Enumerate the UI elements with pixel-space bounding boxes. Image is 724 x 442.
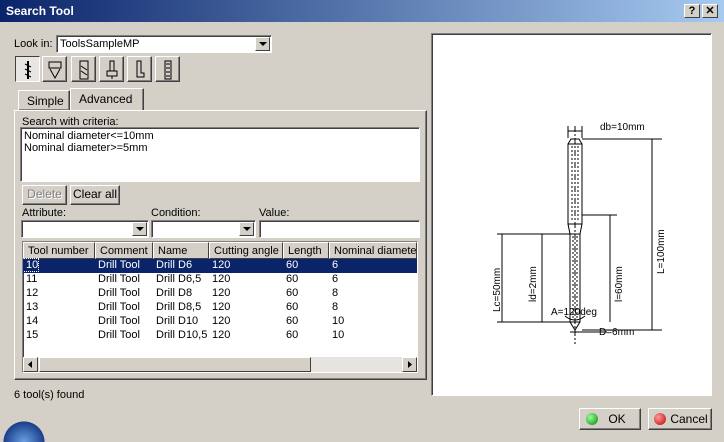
title-bar[interactable]: Search Tool ? ✕	[0, 0, 724, 22]
tab-simple[interactable]: Simple	[18, 90, 70, 110]
value-input[interactable]	[259, 220, 420, 238]
table-cell: Drill D6	[156, 259, 193, 271]
table-cell: Drill Tool	[98, 287, 140, 299]
column-header-nominal-diameter[interactable]: Nominal diameter	[329, 242, 417, 259]
scroll-right-icon[interactable]	[402, 357, 417, 372]
table-cell: Drill Tool	[98, 315, 140, 327]
clear-all-button[interactable]: Clear all	[70, 185, 120, 205]
table-cell: 12	[26, 287, 39, 299]
table-cell: 10	[332, 315, 345, 327]
table-row[interactable]: 13 Drill Tool Drill D8,5 120 60 8	[23, 301, 417, 315]
table-cell: 120	[212, 315, 231, 327]
table-cell: 120	[212, 329, 231, 341]
drill-icon[interactable]	[15, 56, 40, 82]
table-cell: Drill D10,5	[156, 329, 208, 341]
table-cell: Drill Tool	[98, 301, 140, 313]
dim-l: l=60mm	[614, 266, 625, 302]
table-cell: 14	[26, 315, 39, 327]
ok-button[interactable]: OK	[579, 408, 641, 430]
chevron-down-icon[interactable]	[132, 222, 147, 236]
end-mill-icon[interactable]	[71, 56, 96, 82]
scroll-left-icon[interactable]	[23, 357, 38, 372]
table-row[interactable]: 10 Drill Tool Drill D6 120 60 6	[23, 258, 417, 273]
horizontal-scrollbar[interactable]	[23, 357, 417, 372]
condition-combo[interactable]	[151, 220, 256, 238]
table-cell: 6	[332, 259, 339, 271]
look-in-label: Look in:	[14, 38, 53, 50]
table-cell: Drill D8,5	[156, 301, 202, 313]
cancel-icon	[654, 413, 666, 425]
dim-Lc: Lc=50mm	[492, 268, 503, 312]
boring-bar-icon[interactable]	[127, 56, 152, 82]
attribute-label: Attribute:	[22, 207, 67, 219]
dim-db: db=10mm	[600, 122, 645, 133]
t-slotter-icon[interactable]	[99, 56, 124, 82]
tool-preview: db=10mm L=100mm l=60mm Lc=50mm ld=2mm A=…	[431, 33, 712, 396]
look-in-value: ToolsSampleMP	[60, 38, 140, 50]
tap-icon[interactable]	[155, 56, 180, 82]
globe-icon	[0, 418, 48, 442]
table-row[interactable]: 11 Drill Tool Drill D6,5 120 60 6	[23, 273, 417, 287]
table-cell: 60	[286, 301, 299, 313]
results-table[interactable]: Tool number Comment Name Cutting angle L…	[22, 241, 418, 373]
table-cell: 11	[26, 273, 38, 285]
column-header-cutting-angle[interactable]: Cutting angle	[209, 242, 283, 259]
table-cell: 60	[286, 315, 299, 327]
dim-A: A=120deg	[551, 307, 597, 318]
chevron-down-icon[interactable]	[239, 222, 254, 236]
look-in-combo[interactable]: ToolsSampleMP	[56, 35, 272, 53]
close-button[interactable]: ✕	[702, 4, 718, 18]
status-text: 6 tool(s) found	[14, 389, 85, 401]
table-cell: 10	[23, 258, 40, 272]
cancel-button[interactable]: Cancel	[648, 408, 712, 430]
dim-D: D=6mm	[599, 327, 634, 338]
ok-icon	[586, 413, 598, 425]
drill-drawing: db=10mm L=100mm l=60mm Lc=50mm ld=2mm A=…	[492, 122, 667, 344]
ok-label: OK	[608, 412, 626, 426]
table-cell: Drill Tool	[98, 259, 140, 271]
criteria-line: Nominal diameter<=10mm	[24, 130, 154, 142]
column-header-tool-number[interactable]: Tool number	[23, 242, 95, 259]
criteria-textarea[interactable]: Nominal diameter<=10mm Nominal diameter>…	[20, 127, 420, 182]
attribute-combo[interactable]	[21, 220, 149, 238]
table-cell: 6	[332, 273, 339, 285]
table-row[interactable]: 15 Drill Tool Drill D10,5 120 60 10	[23, 329, 417, 343]
help-button[interactable]: ?	[684, 4, 700, 18]
table-cell: 15	[26, 329, 39, 341]
chevron-down-icon[interactable]	[255, 37, 270, 51]
column-header-comment[interactable]: Comment	[95, 242, 153, 259]
table-cell: 120	[212, 259, 231, 271]
table-cell: 8	[332, 287, 339, 299]
table-cell: Drill D6,5	[156, 273, 202, 285]
cancel-label: Cancel	[670, 412, 708, 426]
delete-button[interactable]: Delete	[22, 185, 67, 205]
countersink-icon[interactable]	[42, 56, 67, 82]
table-cell: Drill Tool	[98, 273, 140, 285]
table-cell: 8	[332, 301, 339, 313]
table-row[interactable]: 12 Drill Tool Drill D8 120 60 8	[23, 287, 417, 301]
table-row[interactable]: 14 Drill Tool Drill D10 120 60 10	[23, 315, 417, 329]
window-title: Search Tool	[6, 4, 74, 18]
table-cell: 120	[212, 273, 231, 285]
scroll-thumb[interactable]	[39, 357, 311, 372]
table-cell: Drill D8	[156, 287, 193, 299]
table-cell: 10	[332, 329, 345, 341]
table-cell: Drill Tool	[98, 329, 140, 341]
column-header-length[interactable]: Length	[283, 242, 329, 259]
criteria-line: Nominal diameter>=5mm	[24, 142, 148, 154]
condition-label: Condition:	[151, 207, 201, 219]
column-header-name[interactable]: Name	[153, 242, 209, 259]
table-cell: 60	[286, 329, 299, 341]
tab-advanced[interactable]: Advanced	[70, 88, 144, 111]
table-cell: 60	[286, 273, 299, 285]
table-cell: 120	[212, 301, 231, 313]
table-cell: 13	[26, 301, 39, 313]
dim-ld: ld=2mm	[528, 266, 539, 302]
table-cell: 60	[286, 259, 299, 271]
table-cell: Drill D10	[156, 315, 199, 327]
dim-L: L=100mm	[656, 229, 667, 274]
value-label: Value:	[259, 207, 290, 219]
table-cell: 120	[212, 287, 231, 299]
table-cell: 60	[286, 287, 299, 299]
